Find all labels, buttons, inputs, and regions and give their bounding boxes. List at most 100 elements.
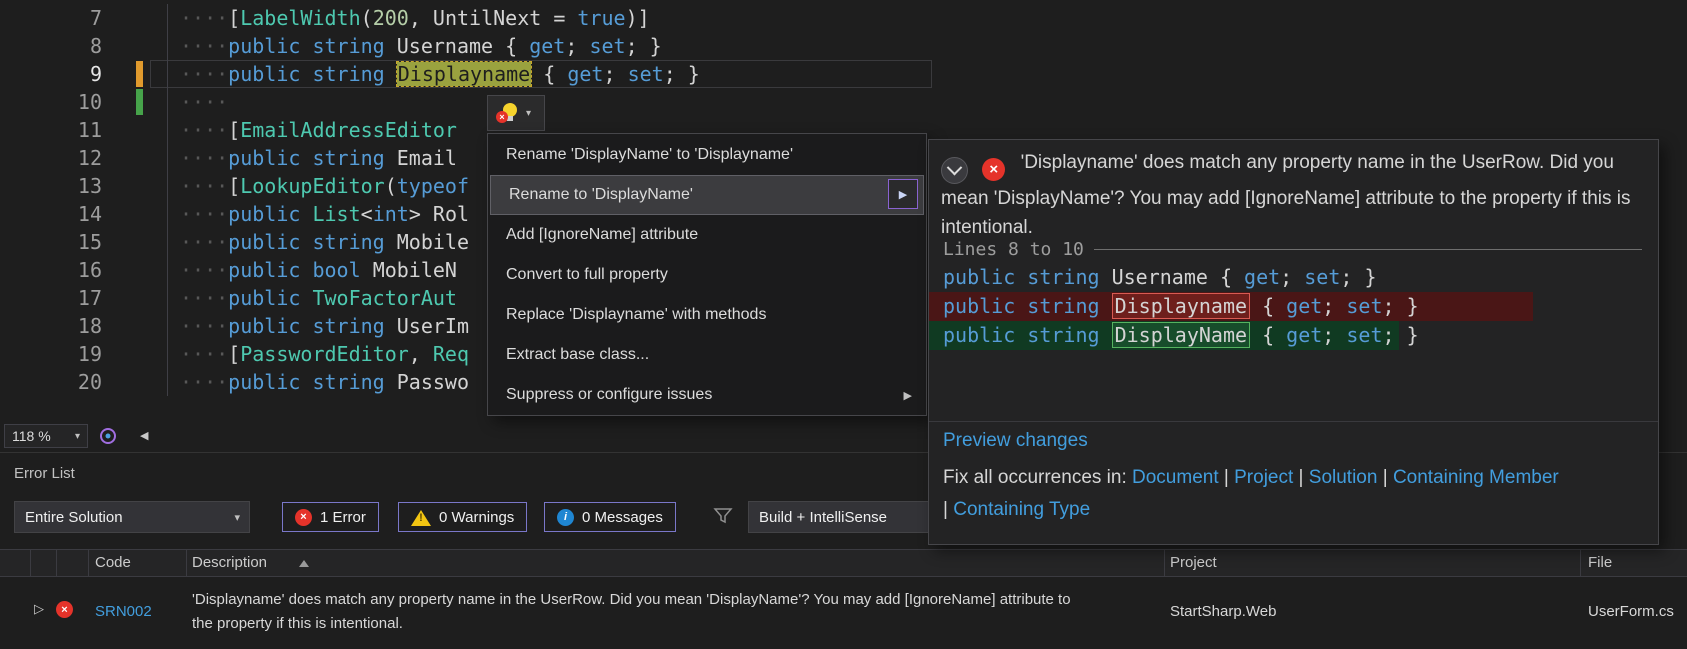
- line-number[interactable]: 10: [0, 88, 102, 116]
- code-token: [: [228, 118, 241, 142]
- code-token: get: [1286, 323, 1323, 347]
- quick-action-item-1[interactable]: Rename to 'DisplayName' ▶: [490, 175, 924, 215]
- code-text[interactable]: ····public TwoFactorAut: [180, 284, 457, 312]
- fix-scope-solution[interactable]: Solution: [1309, 467, 1378, 488]
- line-number[interactable]: 12: [0, 144, 102, 172]
- line-number[interactable]: 16: [0, 256, 102, 284]
- zoom-level-value: 118 %: [12, 428, 51, 444]
- change-marker: [136, 61, 143, 87]
- diff-lines-label: Lines 8 to 10: [943, 239, 1084, 260]
- scope-filter-dropdown[interactable]: Entire Solution ▾: [14, 501, 250, 533]
- code-line[interactable]: 8 ····public string Username { get; set; …: [0, 32, 1687, 60]
- code-token: ; }: [663, 62, 700, 86]
- error-code-link[interactable]: SRN002: [95, 603, 152, 620]
- code-text[interactable]: ····: [180, 88, 228, 116]
- code-token: Displayname: [395, 61, 533, 87]
- quick-action-item-2[interactable]: Add [IgnoreName] attribute: [488, 215, 926, 255]
- fix-all-label: Fix all occurrences in:: [943, 467, 1127, 488]
- column-header-file[interactable]: File: [1588, 554, 1612, 571]
- fix-scope-containing-type[interactable]: Containing Type: [953, 499, 1090, 520]
- column-header-project[interactable]: Project: [1170, 554, 1217, 571]
- code-text[interactable]: ····public string Mobile: [180, 228, 469, 256]
- code-text[interactable]: ····public string Displayname { get; set…: [180, 60, 700, 88]
- info-icon: i: [557, 508, 574, 526]
- filter-icon[interactable]: [712, 505, 734, 532]
- line-number[interactable]: 11: [0, 116, 102, 144]
- code-token: string: [1027, 294, 1100, 318]
- code-line[interactable]: 10 ····: [0, 88, 1687, 116]
- code-token: typeof: [396, 174, 470, 198]
- line-number[interactable]: 15: [0, 228, 102, 256]
- code-text[interactable]: ····[LabelWidth(200, UntilNext = true)]: [180, 4, 650, 32]
- line-number[interactable]: 9: [0, 60, 102, 88]
- code-line[interactable]: 9 ····public string Displayname { get; se…: [0, 60, 1687, 88]
- code-text[interactable]: ····[EmailAddressEditor: [180, 116, 457, 144]
- line-number[interactable]: 8: [0, 32, 102, 60]
- column-header-code[interactable]: Code: [95, 554, 131, 571]
- quick-action-label: Rename 'DisplayName' to 'Displayname': [506, 146, 793, 163]
- quick-action-item-3[interactable]: Convert to full property: [488, 255, 926, 295]
- line-number[interactable]: 20: [0, 368, 102, 396]
- line-number[interactable]: 19: [0, 340, 102, 368]
- warnings-filter-button[interactable]: ! 0 Warnings: [398, 502, 528, 532]
- fix-scope-containing-member[interactable]: Containing Member: [1393, 467, 1559, 488]
- zoom-level-select[interactable]: 118 % ▾: [4, 424, 88, 448]
- row-expander[interactable]: ▷: [34, 601, 44, 617]
- code-token: set: [589, 34, 626, 58]
- errors-filter-button[interactable]: × 1 Error: [282, 502, 379, 532]
- code-text[interactable]: ····public string Passwo: [180, 368, 469, 396]
- preview-arrow-button[interactable]: ▶: [888, 179, 918, 209]
- quick-action-item-4[interactable]: Replace 'Displayname' with methods: [488, 295, 926, 335]
- warning-icon: !: [411, 509, 431, 526]
- fix-scope-document[interactable]: Document: [1132, 467, 1219, 488]
- code-token: LabelWidth: [240, 6, 361, 30]
- code-token: bool: [312, 258, 361, 282]
- quick-action-item-0[interactable]: Rename 'DisplayName' to 'Displayname': [488, 135, 926, 175]
- code-text[interactable]: ····public string UserIm: [180, 312, 469, 340]
- code-token: string: [1027, 265, 1100, 289]
- fix-scope-project[interactable]: Project: [1234, 467, 1293, 488]
- code-token: get: [567, 62, 604, 86]
- intellicode-icon[interactable]: [98, 426, 118, 451]
- column-header-description[interactable]: Description: [192, 554, 267, 571]
- error-row[interactable]: ▷ × SRN002 'Displayname' does match any …: [0, 577, 1687, 649]
- code-text[interactable]: ····public List<int> Rol: [180, 200, 469, 228]
- code-text[interactable]: ····public string Username { get; set; }: [180, 32, 662, 60]
- line-number[interactable]: 14: [0, 200, 102, 228]
- code-token: LookupEditor: [240, 174, 385, 198]
- line-number[interactable]: 13: [0, 172, 102, 200]
- code-token: ····: [180, 314, 229, 338]
- code-token: ····: [180, 286, 229, 310]
- quick-action-item-5[interactable]: Extract base class...: [488, 335, 926, 375]
- diff-line-added: public string DisplayName { get; set; }: [929, 321, 1419, 350]
- code-text[interactable]: ····public string Email: [180, 144, 457, 172]
- chevron-down-icon: ▾: [525, 107, 532, 119]
- code-text[interactable]: ····public bool MobileN: [180, 256, 457, 284]
- collapse-popup-button[interactable]: [941, 157, 968, 184]
- code-token: string: [312, 314, 385, 338]
- code-token: UserIm: [396, 314, 470, 338]
- code-token: string: [312, 146, 385, 170]
- code-token: ····: [180, 146, 229, 170]
- quick-actions-lightbulb-button[interactable]: × ▾: [487, 95, 545, 131]
- error-file: UserForm.cs: [1588, 603, 1674, 620]
- scrollbar-left-arrow[interactable]: ◀: [140, 429, 148, 442]
- line-number[interactable]: 17: [0, 284, 102, 312]
- code-line[interactable]: 7 ····[LabelWidth(200, UntilNext = true)]: [0, 4, 1687, 32]
- code-token: ····: [180, 202, 229, 226]
- quick-action-item-6[interactable]: Suppress or configure issues ▶: [488, 375, 926, 415]
- code-token: Displayname: [1111, 293, 1251, 319]
- code-text[interactable]: ····[PasswordEditor, Req: [180, 340, 469, 368]
- line-number[interactable]: 7: [0, 4, 102, 32]
- code-text[interactable]: ····[LookupEditor(typeof: [180, 172, 469, 200]
- preview-changes-link[interactable]: Preview changes: [943, 430, 1088, 452]
- quick-action-label: Suppress or configure issues: [506, 386, 713, 403]
- messages-filter-button[interactable]: i 0 Messages: [544, 502, 676, 532]
- line-number[interactable]: 18: [0, 312, 102, 340]
